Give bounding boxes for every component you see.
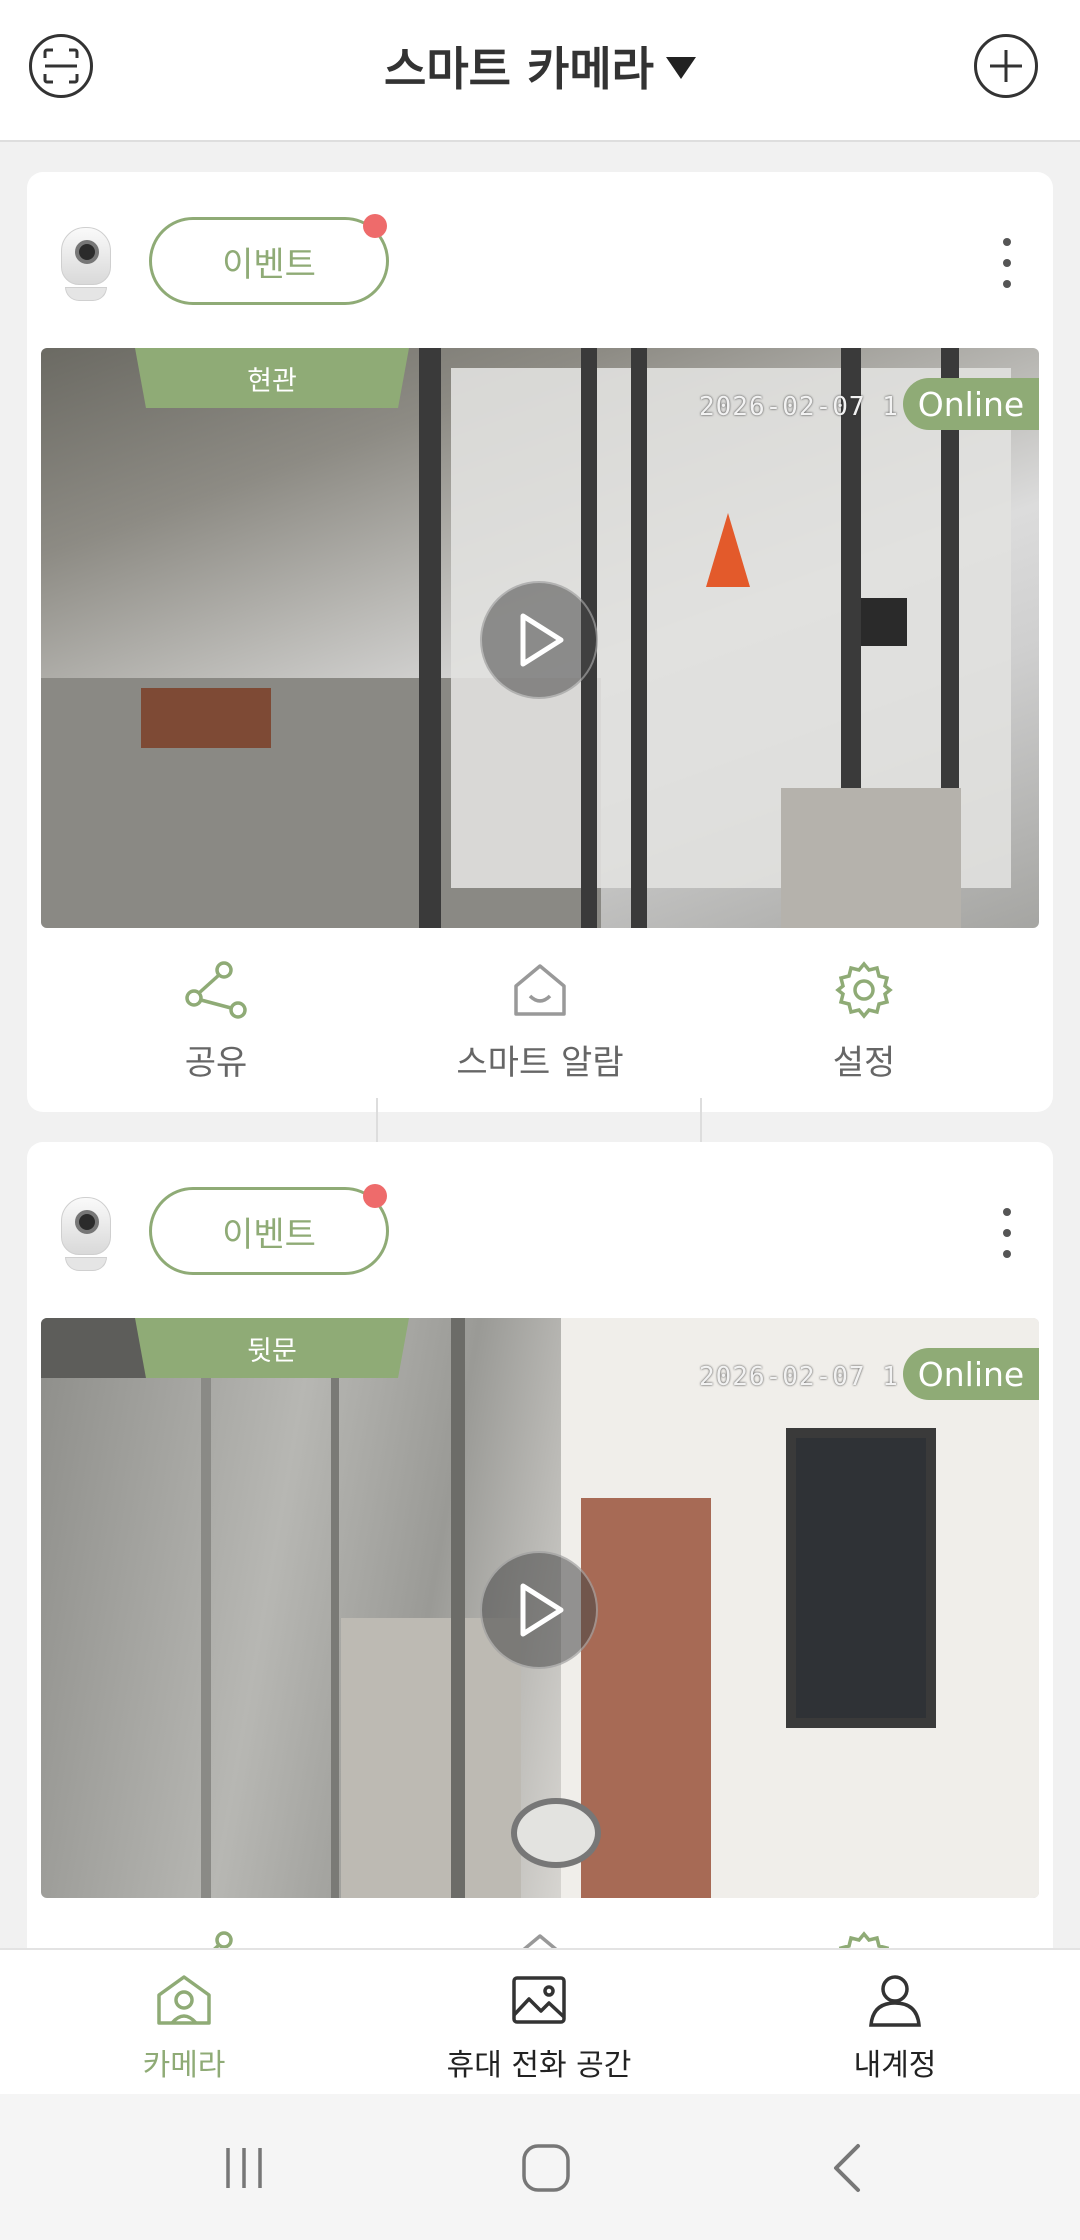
online-status-badge: Online [903,1348,1039,1400]
video-timestamp: 2026-02-07 1 [699,1362,899,1392]
add-camera-button[interactable] [974,34,1038,98]
play-icon [520,613,564,667]
page-title: 스마트 카메라 [384,42,654,96]
share-button[interactable]: 공유 [86,1928,346,1948]
app-header: 스마트 카메라 [0,0,1080,142]
recent-apps-icon [226,2148,262,2188]
camera-actions: 공유 스마트 알람 설정 [27,1928,1053,1948]
gear-icon [835,960,893,1019]
online-status-badge: Online [903,378,1039,430]
event-notification-dot [363,214,387,238]
gear-icon [838,1930,890,1948]
nav-account-label: 내계정 [853,2048,937,2083]
settings-button[interactable]: 설정 [734,958,994,1084]
home-alarm-icon [522,1933,558,1948]
nav-phone-space[interactable]: 휴대 전화 공간 [389,1970,689,2090]
camera-card: 이벤트 뒷문 2026-02-07 1 Online [27,1142,1053,1948]
camera-actions: 공유 스마트 알람 설정 [27,958,1053,1084]
settings-button[interactable]: 설정 [734,1928,994,1948]
settings-label: 설정 [832,1043,896,1083]
caret-down-icon [665,57,696,79]
bottom-navigation: 카메라 휴대 전화 공간 내계정 [0,1948,1080,2094]
event-notification-dot [363,1184,387,1208]
home-button[interactable] [516,2138,576,2198]
back-chevron-icon [834,2144,860,2192]
more-options-button[interactable] [999,238,1015,288]
nav-account[interactable]: 내계정 [745,1970,1045,2090]
nav-phone-space-label: 휴대 전화 공간 [446,2048,632,2083]
video-timestamp: 2026-02-07 1 [699,392,899,422]
smart-alarm-button[interactable]: 스마트 알람 [410,1928,670,1948]
share-icon [212,1930,233,1948]
camera-device-icon [57,1197,115,1273]
camera-feed-list[interactable]: 이벤트 현관 2026-02-07 1 Online 공유 스마트 알람 설정 … [0,143,1080,1948]
share-button[interactable]: 공유 [86,958,346,1084]
event-button[interactable]: 이벤트 [149,217,389,305]
camera-home-icon [157,1975,211,2025]
smart-alarm-button[interactable]: 스마트 알람 [410,958,670,1084]
camera-location-label: 현관 [135,348,409,408]
home-circle-icon [522,2144,570,2192]
back-button[interactable] [818,2138,878,2198]
camera-video-preview[interactable]: 뒷문 2026-02-07 1 Online [41,1318,1039,1898]
nav-camera[interactable]: 카메라 [34,1970,334,2090]
camera-card: 이벤트 현관 2026-02-07 1 Online 공유 스마트 알람 설정 [27,172,1053,1198]
camera-selector[interactable]: 스마트 카메라 [0,34,1080,98]
recent-apps-button[interactable] [214,2138,274,2198]
share-label: 공유 [184,1043,248,1083]
share-icon [185,960,247,1019]
event-button[interactable]: 이벤트 [149,1187,389,1275]
camera-video-preview[interactable]: 현관 2026-02-07 1 Online [41,348,1039,928]
gallery-icon [512,1976,566,2024]
nav-camera-label: 카메라 [142,2048,226,2083]
user-icon [869,1975,921,2027]
play-button[interactable] [480,581,598,699]
play-icon [520,1583,564,1637]
system-navigation-bar [0,2094,1080,2240]
play-button[interactable] [480,1551,598,1669]
plus-icon [990,50,1022,82]
more-options-button[interactable] [999,1208,1015,1258]
camera-location-label: 뒷문 [135,1318,409,1378]
smart-alarm-label: 스마트 알람 [456,1043,624,1083]
camera-device-icon [57,227,115,303]
home-alarm-icon [514,963,566,1016]
